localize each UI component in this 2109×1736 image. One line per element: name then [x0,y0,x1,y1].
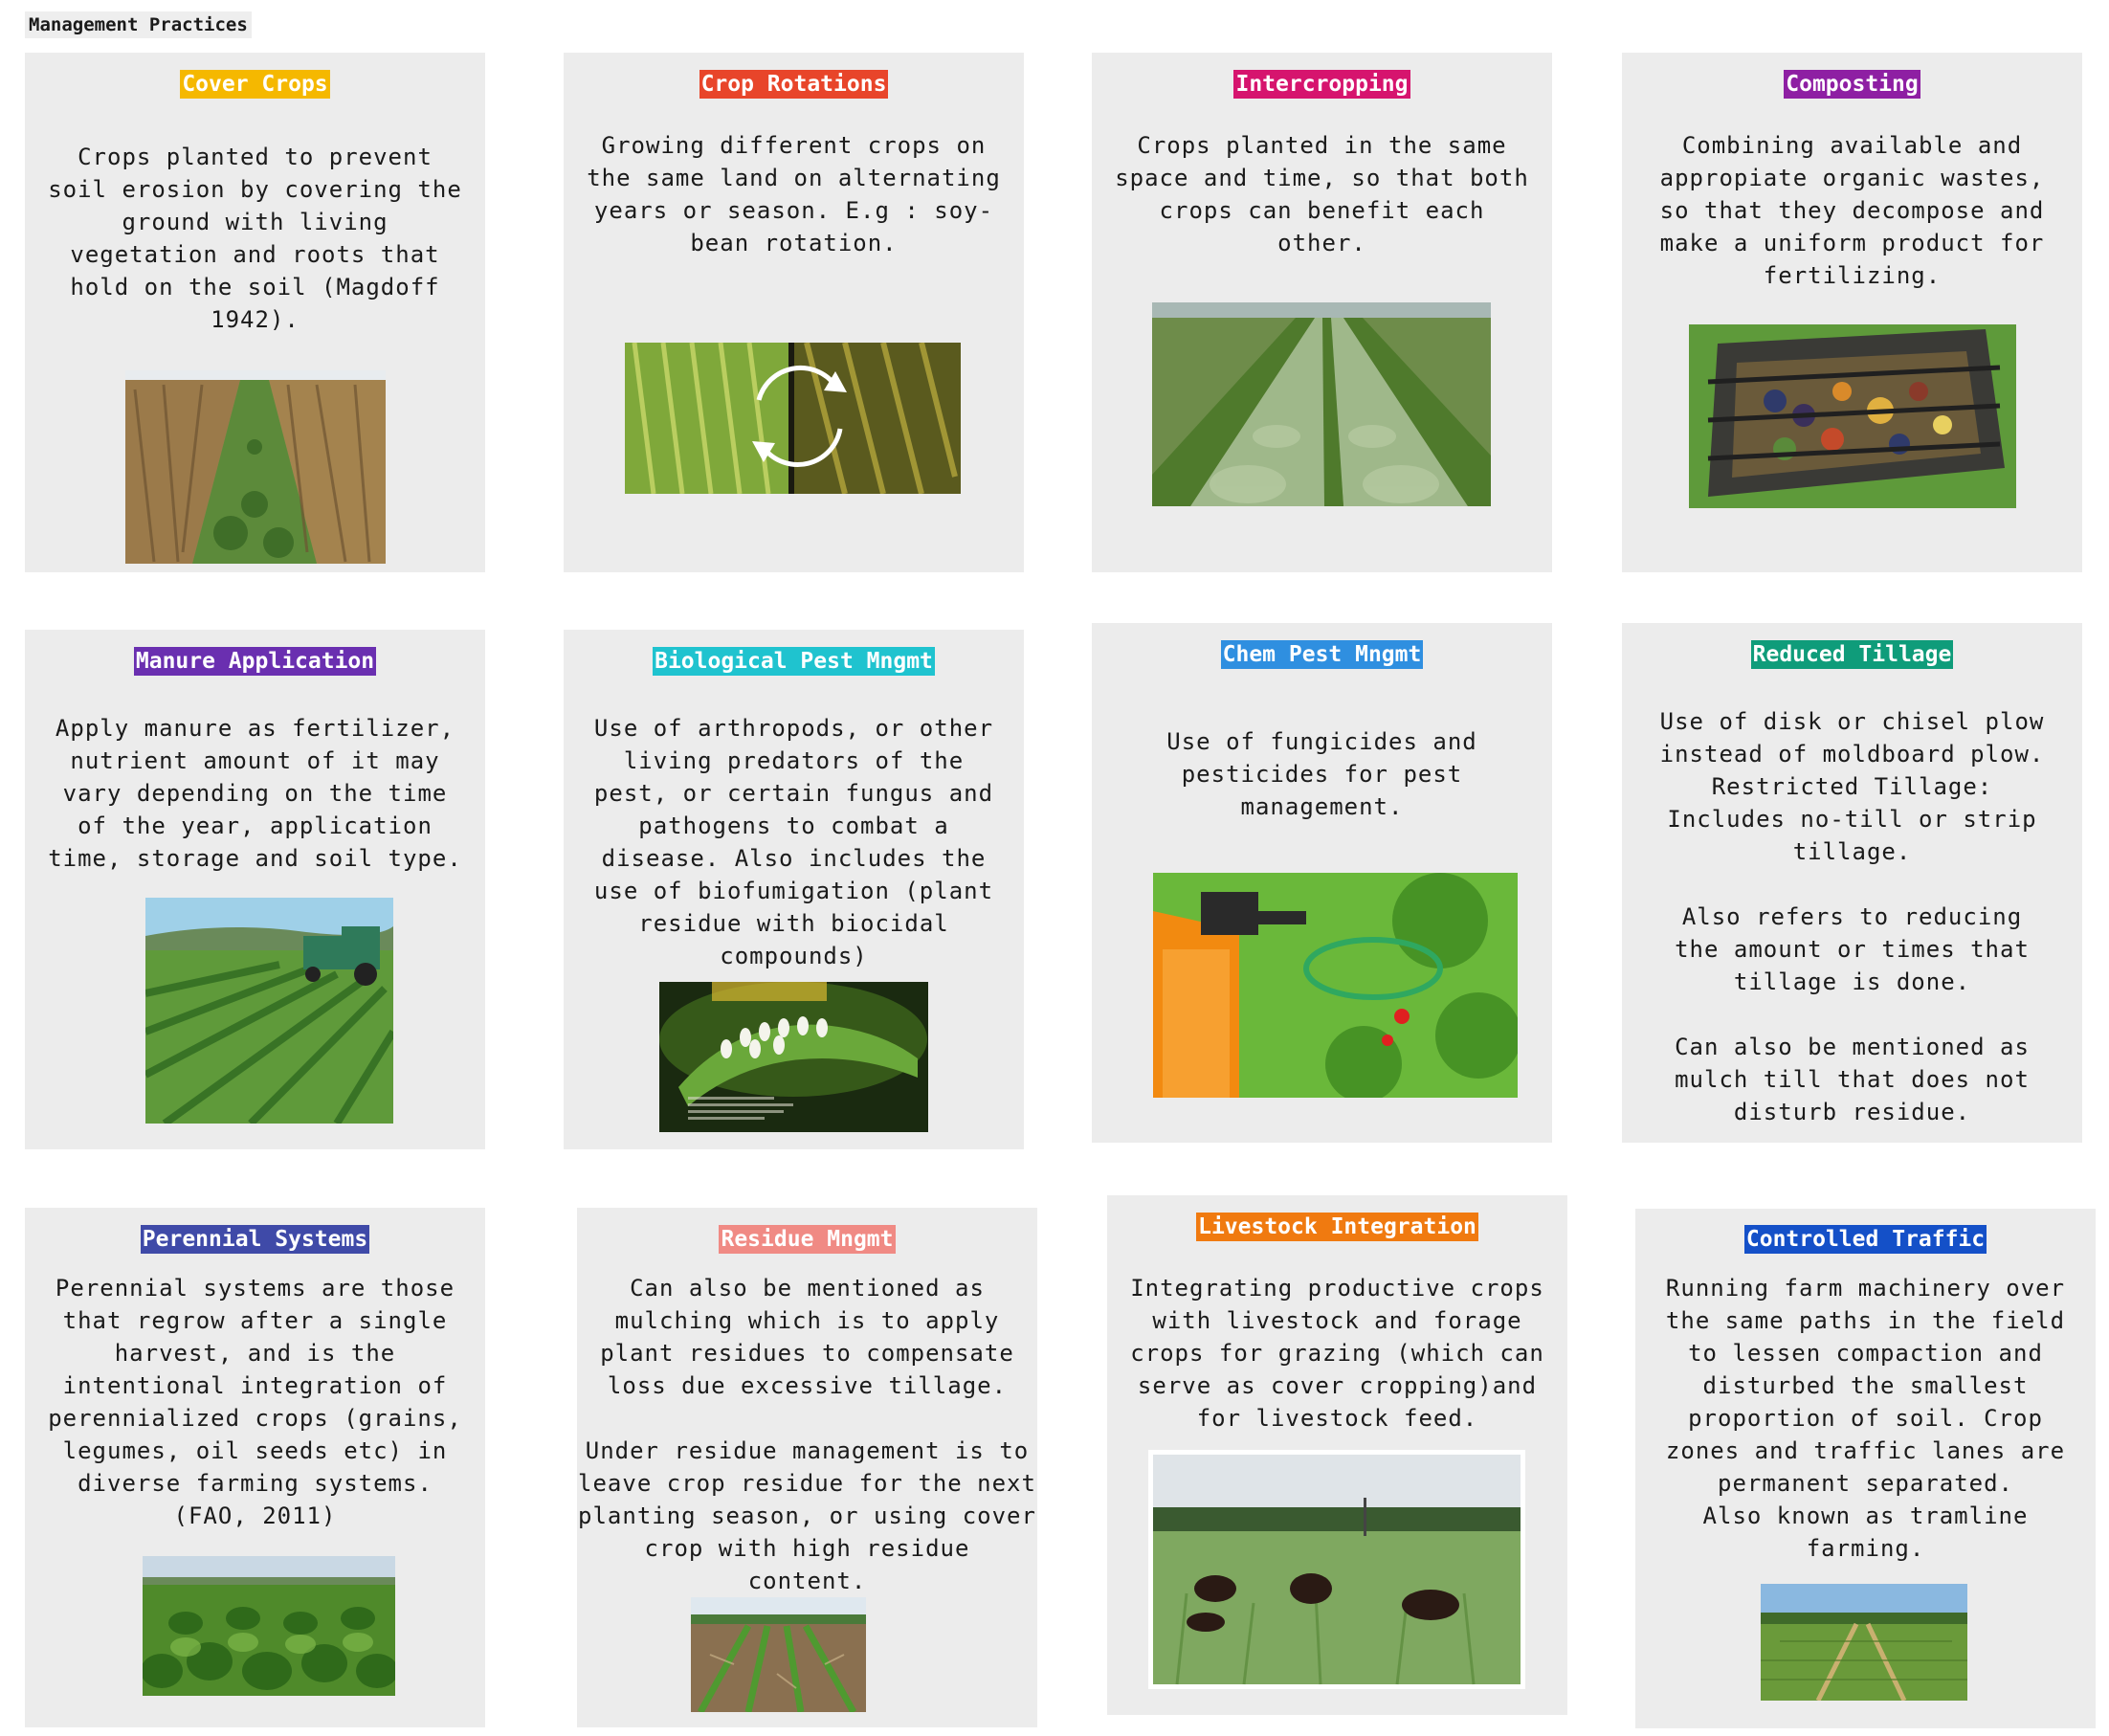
card-title-label: Intercropping [1233,70,1410,99]
card-description: Crops planted in the same space and time… [1115,132,1529,256]
manure-photo [145,898,393,1124]
card-description: Crops planted to prevent soil erosion by… [48,144,462,333]
card-description: Use of disk or chisel plow instead of mo… [1659,708,2045,1125]
card-title: Composting [1622,69,2082,100]
compost-photo [1689,324,2016,508]
card-title-label: Biological Pest Mngmt [653,647,935,676]
card-title-label: Residue Mngmt [719,1225,896,1254]
card-title: Reduced Tillage [1622,639,2082,670]
card-description: Apply manure as fertilizer, nutrient amo… [48,715,462,872]
card-title: Cover Crops [25,69,485,100]
card-title: Intercropping [1092,69,1552,100]
page-title: Management Practices [25,11,252,38]
card-cover-crops: Cover Crops Crops planted to prevent soi… [25,53,485,572]
card-reduced-tillage: Reduced Tillage Use of disk or chisel pl… [1622,623,2082,1143]
card-title: Livestock Integration [1107,1212,1567,1242]
card-description: Integrating productive crops with livest… [1130,1275,1544,1432]
card-manure-application: Manure Application Apply manure as ferti… [25,630,485,1149]
card-perennial-systems: Perennial Systems Perennial systems are … [25,1208,485,1727]
card-chem-pest-mngmt: Chem Pest Mngmt Use of fungicides and pe… [1092,623,1552,1143]
card-biological-pest-mngmt: Biological Pest Mngmt Use of arthropods,… [564,630,1024,1149]
card-description: Running farm machinery over the same pat… [1665,1275,2066,1562]
card-title: Controlled Traffic [1635,1224,2096,1255]
card-intercropping: Intercropping Crops planted in the same … [1092,53,1552,572]
card-title-label: Manure Application [133,647,377,676]
card-description: Use of fungicides and pesticides for pes… [1166,728,1477,820]
card-controlled-traffic: Controlled Traffic Running farm machiner… [1635,1209,2096,1728]
card-description: Can also be mentioned as mulching which … [578,1275,1036,1594]
card-title: Residue Mngmt [577,1224,1037,1255]
card-title: Chem Pest Mngmt [1092,639,1552,670]
card-title-label: Chem Pest Mngmt [1220,640,1424,669]
caterpillar-photo [659,982,928,1132]
tramline-photo [1761,1584,1967,1701]
card-title-label: Perennial Systems [140,1225,370,1254]
card-crop-rotations: Crop Rotations Growing different crops o… [564,53,1024,572]
card-title-label: Controlled Traffic [1743,1225,1987,1254]
intercropping-photo [1152,302,1491,506]
card-title-label: Livestock Integration [1196,1213,1478,1241]
card-composting: Composting Combining available and appro… [1622,53,2082,572]
rotation-photo [625,343,961,494]
card-description: Growing different crops on the same land… [587,132,1001,256]
card-title-label: Crop Rotations [699,70,889,99]
card-title: Biological Pest Mngmt [564,646,1024,677]
card-description: Perennial systems are those that regrow … [48,1275,462,1529]
card-description: Use of arthropods, or other living preda… [593,715,994,969]
card-residue-mngmt: Residue Mngmt Can also be mentioned as m… [577,1208,1037,1727]
card-title: Manure Application [25,646,485,677]
sprayer-photo [1153,873,1518,1098]
cover-crop-photo [125,370,386,564]
card-title: Perennial Systems [25,1224,485,1255]
card-title-label: Reduced Tillage [1750,640,1954,669]
perennial-photo [143,1556,395,1696]
residue-photo [691,1597,866,1712]
card-description: Combining available and appropiate organ… [1659,132,2045,289]
card-title-label: Composting [1784,70,1920,99]
card-livestock-integration: Livestock Integration Integrating produc… [1107,1195,1567,1715]
card-title-label: Cover Crops [180,70,330,99]
livestock-photo [1148,1450,1525,1689]
card-title: Crop Rotations [564,69,1024,100]
